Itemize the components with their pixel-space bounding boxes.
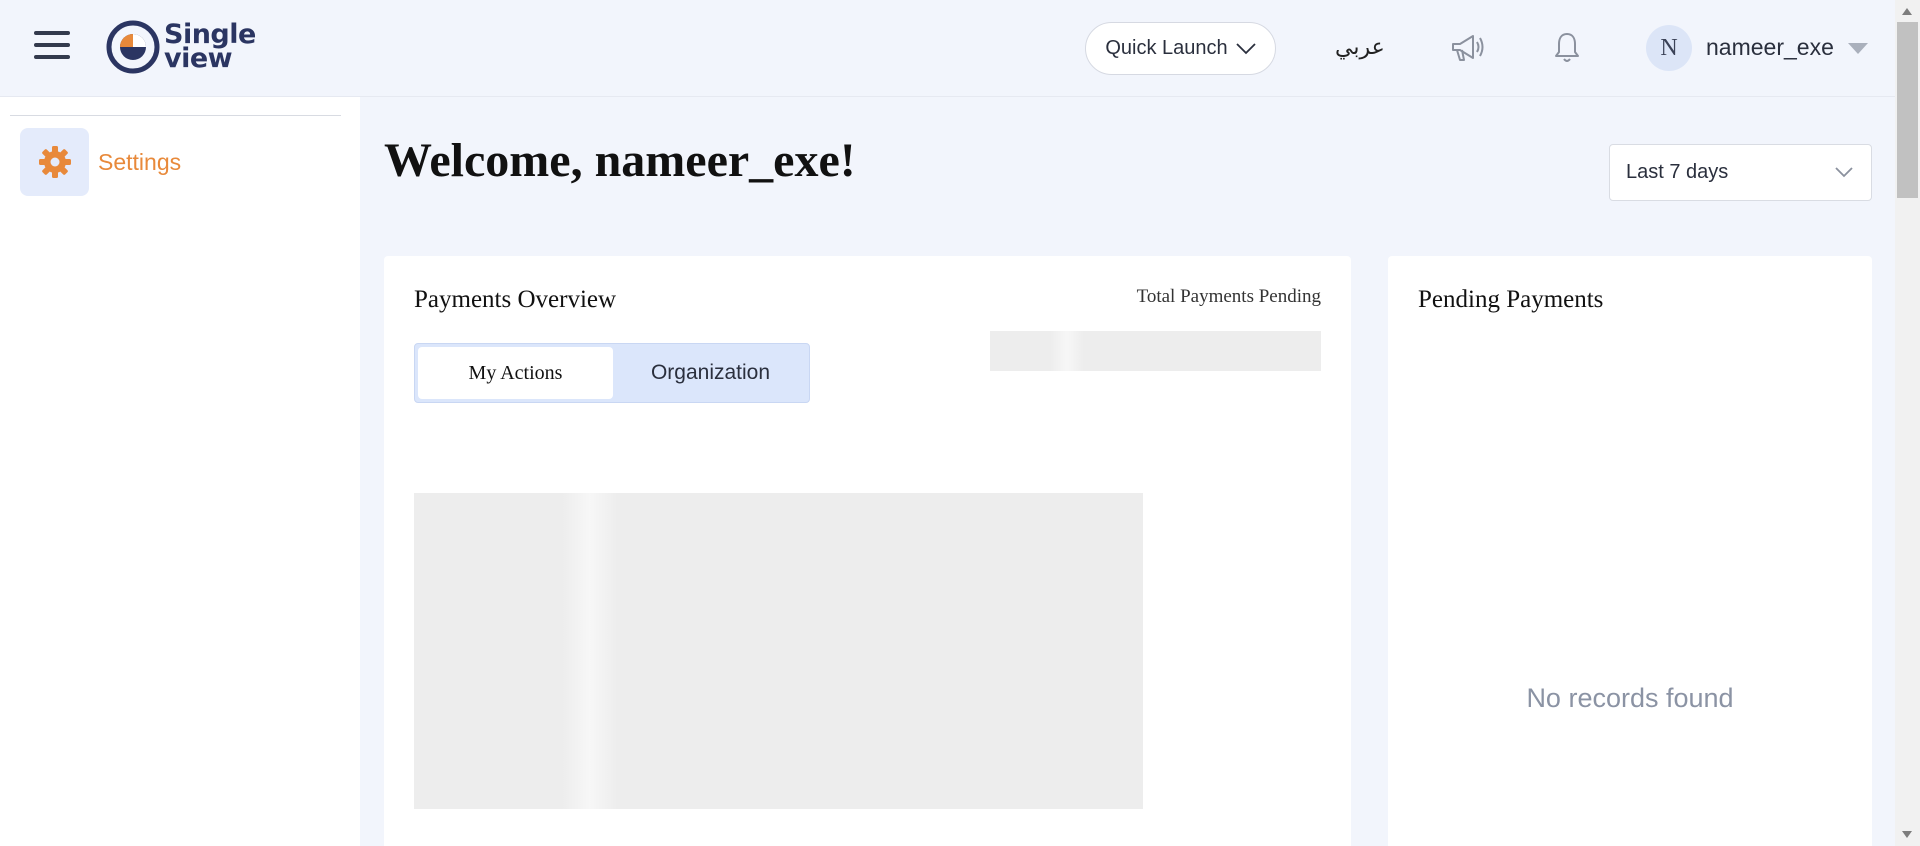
- tab-my-actions[interactable]: My Actions: [418, 347, 613, 399]
- app: Single view Quick Launch عربي N nameer_e…: [0, 0, 1895, 846]
- logo-icon: [106, 20, 160, 74]
- logo-text-line2: view: [164, 43, 233, 74]
- page-scrollbar[interactable]: [1895, 0, 1920, 846]
- chevron-down-icon: [1835, 167, 1853, 178]
- total-pending-skeleton: [990, 331, 1321, 371]
- tab-organization[interactable]: Organization: [613, 347, 808, 399]
- pending-payments-title: Pending Payments: [1418, 286, 1604, 313]
- payments-overview-title: Payments Overview: [414, 286, 617, 313]
- bell-icon[interactable]: [1553, 31, 1581, 65]
- scroll-up-icon[interactable]: [1902, 8, 1912, 15]
- logo[interactable]: Single view: [106, 20, 256, 74]
- scroll-down-icon[interactable]: [1902, 831, 1912, 838]
- gear-icon: [38, 146, 71, 178]
- empty-state-text: No records found: [1526, 683, 1734, 713]
- megaphone-icon[interactable]: [1448, 30, 1486, 66]
- caret-down-icon[interactable]: [1848, 43, 1868, 54]
- top-bar: Single view Quick Launch عربي N nameer_e…: [0, 0, 1895, 97]
- user-name[interactable]: nameer_exe: [1706, 34, 1834, 61]
- sidebar-item-label: Settings: [98, 148, 182, 175]
- total-payments-pending-label: Total Payments Pending: [1136, 286, 1321, 307]
- page-title: Welcome, nameer_exe!: [384, 134, 856, 187]
- quick-launch-button[interactable]: Quick Launch: [1085, 22, 1276, 75]
- chart-skeleton: [414, 493, 1143, 809]
- sidebar-item-settings[interactable]: Settings: [20, 128, 320, 196]
- avatar[interactable]: N: [1646, 25, 1692, 71]
- menu-icon[interactable]: [34, 31, 70, 63]
- chevron-down-icon: [1236, 42, 1256, 54]
- date-range-select[interactable]: Last 7 days: [1609, 144, 1872, 201]
- sidebar-divider: [10, 115, 341, 116]
- pending-payments-card: Pending Payments No records found: [1388, 256, 1872, 846]
- payments-overview-card: Payments Overview Total Payments Pending…: [384, 256, 1351, 846]
- sidebar: Settings: [0, 97, 360, 846]
- date-range-value: Last 7 days: [1626, 161, 1729, 183]
- scrollbar-thumb[interactable]: [1897, 22, 1918, 198]
- quick-launch-label: Quick Launch: [1105, 37, 1228, 59]
- payments-scope-toggle: My Actions Organization: [414, 343, 810, 403]
- language-toggle[interactable]: عربي: [1335, 34, 1385, 60]
